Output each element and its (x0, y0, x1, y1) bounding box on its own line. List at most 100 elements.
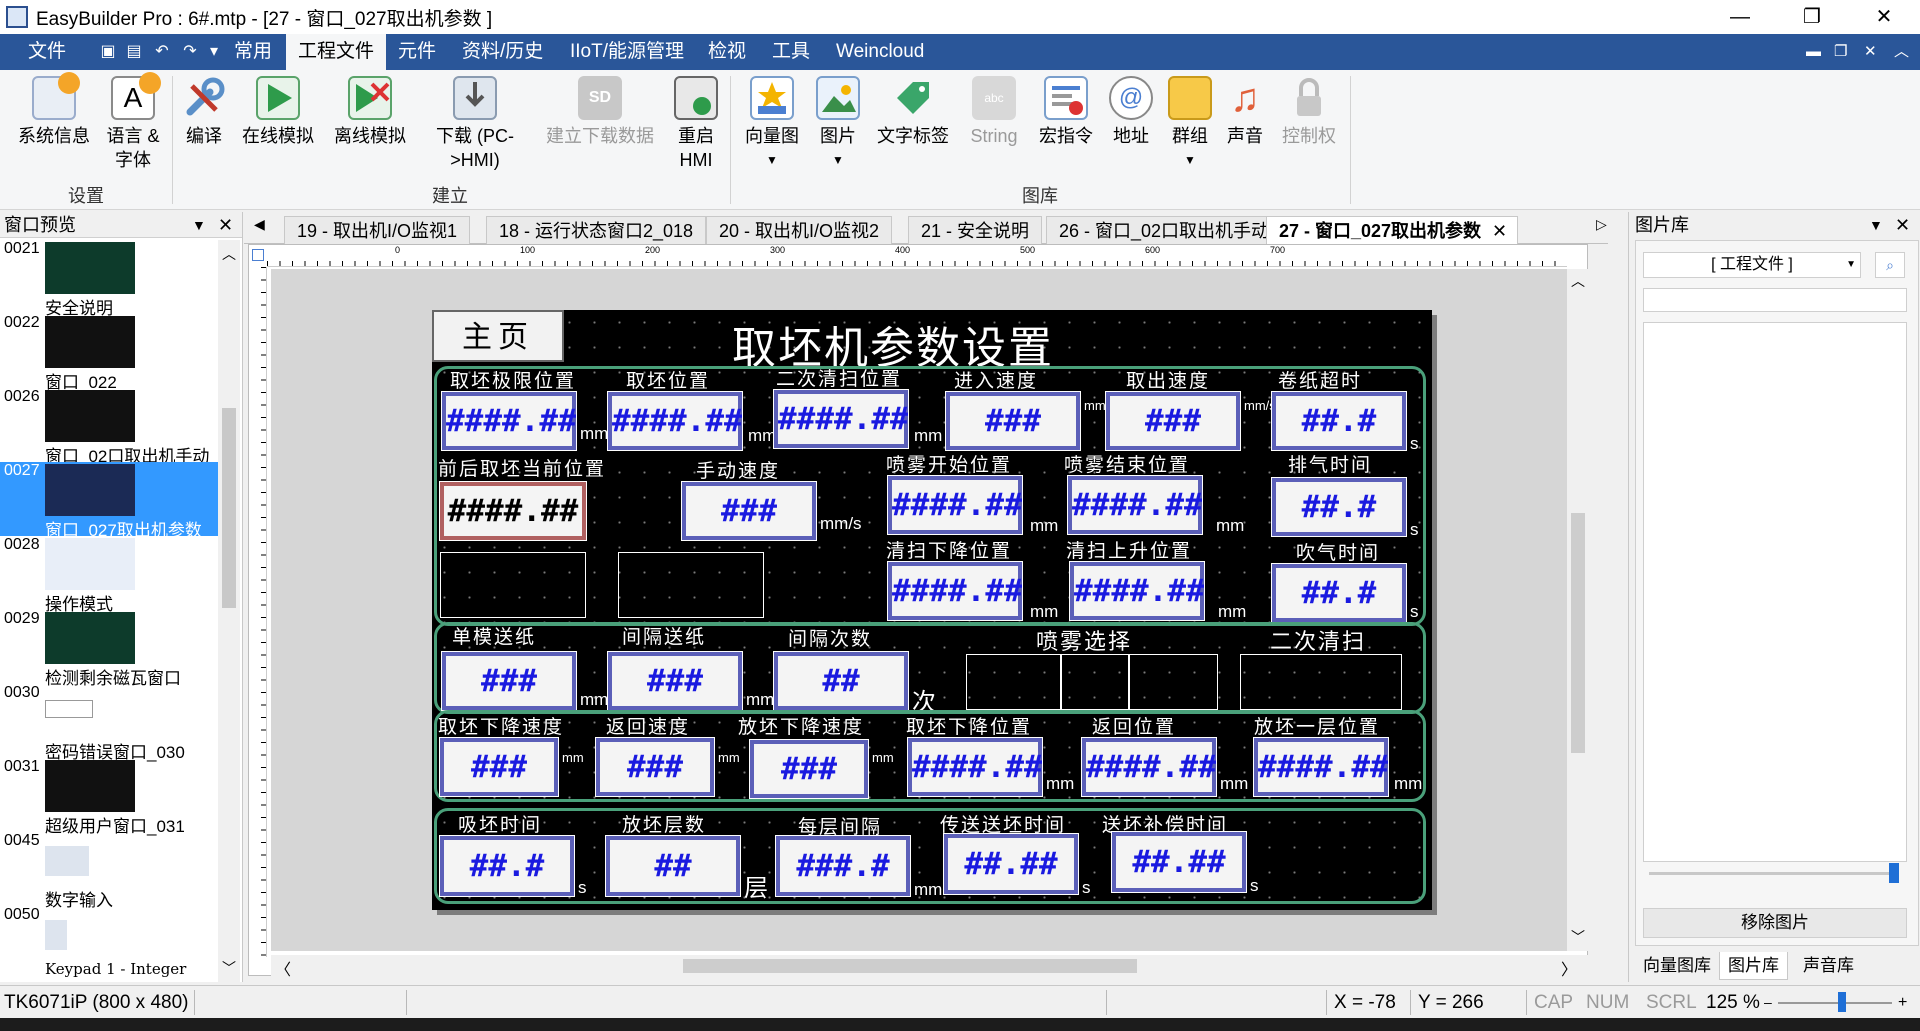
tab-scroll-left-icon[interactable]: ◀ (254, 216, 265, 233)
build-download-button[interactable]: SD 建立下载数据 (540, 76, 660, 148)
reboot-hmi-button[interactable]: 重启 HMI (672, 76, 720, 172)
input-spray-start[interactable]: ####.## (887, 475, 1023, 535)
string-button[interactable]: abc String (964, 76, 1024, 148)
scroll-up-icon[interactable]: ︿ (222, 244, 236, 264)
menu-data-history[interactable]: 资料/历史 (462, 34, 543, 70)
scroll-thumb[interactable] (1571, 513, 1585, 753)
zoom-slider-track[interactable] (1778, 1002, 1892, 1004)
scroll-up-icon[interactable]: ︿ (1571, 271, 1585, 291)
restore-button[interactable]: ❐ (1784, 0, 1840, 34)
tab-27[interactable]: 27 - 窗口_027取出机参数 ✕ (1266, 216, 1519, 245)
input-compensation-time[interactable]: ##.## (1111, 831, 1247, 893)
input-pick-limit[interactable]: ####.## (441, 391, 577, 451)
input-place-layers[interactable]: ## (605, 835, 741, 897)
minimize-button[interactable]: — (1712, 0, 1768, 34)
tab-close-icon[interactable]: ✕ (1492, 217, 1507, 245)
preview-scrollbar[interactable]: ︿ ﹀ (218, 240, 240, 982)
tab-sound-library[interactable]: 声音库 (1795, 952, 1862, 980)
second-clean-select-area[interactable] (1240, 654, 1402, 710)
zoom-slider-track[interactable] (1649, 872, 1899, 875)
menu-project[interactable]: 工程文件 (286, 34, 387, 70)
preview-item[interactable]: 0028 操作模式 (0, 536, 218, 614)
input-pick-down-speed[interactable]: ### (439, 737, 559, 797)
search-icon[interactable]: ⌕ (1875, 252, 1905, 278)
menu-weincloud[interactable]: Weincloud (836, 34, 924, 70)
input-roll-timeout[interactable]: ##.# (1271, 391, 1407, 451)
zoom-in-icon[interactable]: + (1898, 986, 1907, 1019)
close-button[interactable]: ✕ (1856, 0, 1912, 34)
offline-sim-button[interactable]: 离线模拟 (330, 76, 410, 148)
input-spray-end[interactable]: ####.## (1067, 475, 1203, 535)
language-font-button[interactable]: A 语言 & 字体 (100, 72, 166, 172)
scroll-down-icon[interactable]: ﹀ (222, 958, 236, 978)
library-dropdown[interactable]: [ 工程文件 ] ▼ (1643, 252, 1861, 278)
sysinfo-button[interactable]: 系统信息 (14, 72, 94, 148)
input-out-speed[interactable]: ### (1105, 391, 1241, 451)
mdi-restore-icon[interactable]: ❐ (1834, 34, 1847, 70)
library-filter-field[interactable] (1643, 288, 1907, 312)
picture-button[interactable]: 图片 ▼ (812, 76, 864, 172)
preview-item[interactable]: 0021 安全说明 (0, 240, 218, 318)
sound-button[interactable]: ♫ 声音 (1222, 76, 1268, 148)
preview-item[interactable]: 0026 窗口_02口取出机手动 (0, 388, 218, 466)
input-second-clean[interactable]: ####.## (773, 389, 909, 449)
menu-file[interactable]: 文件 (28, 34, 66, 70)
macro-button[interactable]: 宏指令 (1036, 76, 1096, 148)
panel-menu-icon[interactable]: ▼ (1869, 212, 1883, 238)
menu-objects[interactable]: 元件 (398, 34, 436, 70)
input-clean-up[interactable]: ####.## (1069, 561, 1205, 621)
save-icon[interactable]: ▣ (98, 42, 118, 62)
compile-button[interactable]: 编译 (178, 76, 230, 148)
tab-26[interactable]: 26 - 窗口_02口取出机手动 (1046, 216, 1283, 244)
input-exhaust-time[interactable]: ##.# (1271, 477, 1407, 537)
tab-20[interactable]: 20 - 取出机I/O监视2 (706, 216, 893, 244)
group-button[interactable]: 群组 ▼ (1164, 76, 1216, 172)
preview-item[interactable]: 0029 检测剩余磁瓦窗口 (0, 610, 218, 688)
menu-view[interactable]: 检视 (708, 34, 746, 70)
ribbon-collapse-icon[interactable]: ︿ (1894, 34, 1909, 70)
zoom-slider-thumb[interactable] (1838, 992, 1846, 1012)
scroll-thumb[interactable] (683, 959, 1137, 973)
zoom-slider-thumb[interactable] (1889, 863, 1899, 883)
input-return-speed[interactable]: ### (595, 737, 715, 797)
undo-icon[interactable]: ↶ (152, 42, 172, 62)
scroll-right-icon[interactable]: 〉 (1561, 956, 1577, 980)
panel-close-icon[interactable]: ✕ (218, 212, 233, 238)
tab-18[interactable]: 18 - 运行状态窗口2_018 (486, 216, 707, 244)
spray-select-area[interactable] (966, 654, 1218, 710)
input-blow-time[interactable]: ##.# (1271, 563, 1407, 623)
input-interval-paper[interactable]: ### (607, 651, 743, 711)
vector-dropdown-icon[interactable]: ▼ (740, 148, 804, 172)
tab-21[interactable]: 21 - 安全说明 (908, 216, 1043, 244)
input-transfer-time[interactable]: ##.## (943, 833, 1079, 895)
redo-icon[interactable]: ↷ (180, 42, 200, 62)
vector-button[interactable]: 向量图 ▼ (740, 76, 804, 172)
tab-19[interactable]: 19 - 取出机I/O监视1 (284, 216, 471, 244)
online-sim-button[interactable]: 在线模拟 (238, 76, 318, 148)
quick-access-dropdown-icon[interactable]: ▾ (204, 42, 224, 62)
tab-scroll-right-icon[interactable]: ▷ (1596, 216, 1607, 233)
input-suction-time[interactable]: ##.# (439, 835, 575, 897)
scroll-left-icon[interactable]: 〈 (275, 956, 291, 980)
input-clean-down[interactable]: ####.## (887, 561, 1023, 621)
group-dropdown-icon[interactable]: ▼ (1164, 148, 1216, 172)
zoom-out-icon[interactable]: – (1764, 986, 1772, 1019)
menu-common[interactable]: 常用 (234, 34, 272, 70)
scroll-down-icon[interactable]: ﹀ (1571, 927, 1585, 947)
tab-picture-library[interactable]: 图片库 (1719, 952, 1788, 980)
menu-tools[interactable]: 工具 (772, 34, 810, 70)
input-interval-count[interactable]: ## (773, 651, 909, 711)
input-manual-speed[interactable]: ### (681, 481, 817, 541)
panel-close-icon[interactable]: ✕ (1895, 212, 1910, 238)
mdi-close-icon[interactable]: ✕ (1864, 34, 1877, 70)
preview-item[interactable]: 0045 数字输入 (0, 832, 218, 910)
input-single-paper[interactable]: ### (441, 651, 577, 711)
input-layer-interval[interactable]: ###.# (775, 835, 911, 897)
mdi-minimize-icon[interactable]: ▬ (1806, 34, 1821, 70)
menu-iiot[interactable]: IIoT/能源管理 (570, 34, 684, 70)
vertical-scrollbar[interactable]: ︿ ﹀ (1567, 269, 1589, 951)
preview-item[interactable]: 0050 Keypad 1 - Integer (0, 906, 218, 980)
library-image-list[interactable] (1643, 322, 1907, 862)
input-place-down-speed[interactable]: ### (749, 739, 869, 799)
preview-item[interactable]: 0031 超级用户窗口_031 (0, 758, 218, 836)
